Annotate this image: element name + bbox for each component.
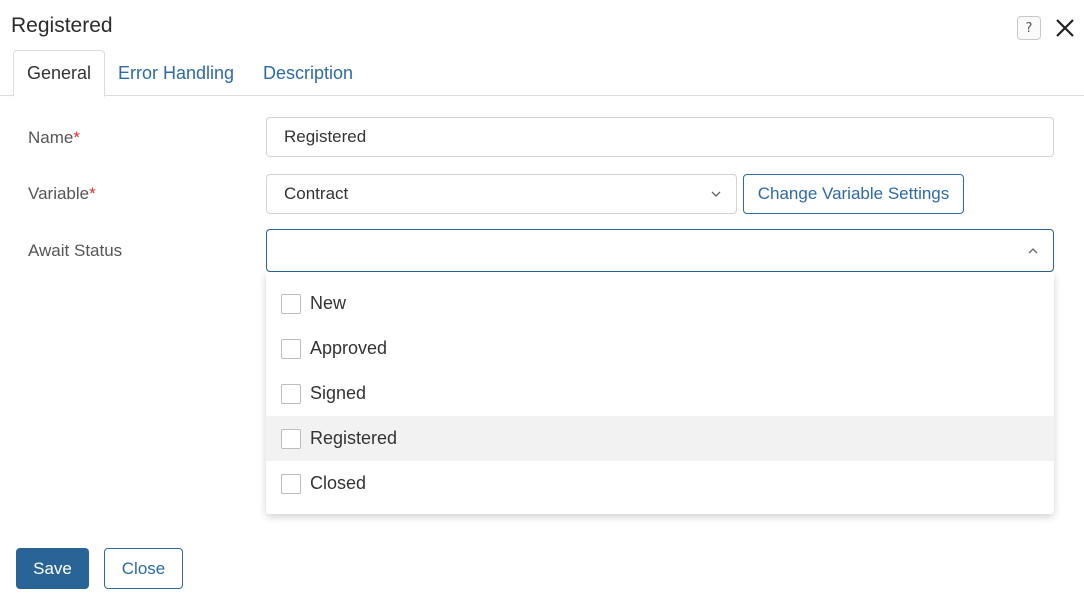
await-status-select[interactable] bbox=[266, 229, 1054, 272]
variable-select-value: Contract bbox=[284, 184, 349, 203]
checkbox[interactable] bbox=[281, 383, 301, 404]
help-button[interactable]: ? bbox=[1017, 16, 1041, 40]
status-option-label: Registered bbox=[310, 428, 398, 448]
name-input[interactable]: Registered bbox=[266, 117, 1054, 157]
close-dialog-button[interactable] bbox=[1053, 16, 1077, 40]
checkbox[interactable] bbox=[281, 293, 301, 314]
name-input-value: Registered bbox=[284, 127, 367, 146]
await-status-label: Await Status bbox=[28, 241, 123, 260]
close-button[interactable]: Close bbox=[104, 548, 183, 589]
chevron-down-icon bbox=[710, 188, 722, 200]
name-label: Name* bbox=[28, 128, 80, 147]
chevron-up-icon bbox=[1027, 245, 1039, 257]
checkbox[interactable] bbox=[281, 338, 301, 359]
change-variable-settings-button[interactable]: Change Variable Settings bbox=[743, 174, 964, 214]
tab-error-handling[interactable]: Error Handling bbox=[110, 50, 242, 96]
await-status-dropdown: New Approved Signed Registered Closed bbox=[266, 272, 1054, 514]
help-icon: ? bbox=[1025, 20, 1033, 36]
dialog-title: Registered bbox=[11, 14, 113, 37]
variable-select[interactable]: Contract bbox=[266, 174, 737, 214]
variable-label: Variable* bbox=[28, 184, 96, 203]
status-option-label: Signed bbox=[310, 383, 367, 403]
tab-general[interactable]: General bbox=[13, 50, 105, 97]
status-option-label: Closed bbox=[310, 473, 367, 493]
save-button[interactable]: Save bbox=[16, 548, 89, 589]
status-option-new[interactable]: New bbox=[266, 281, 1054, 326]
status-option-signed[interactable]: Signed bbox=[266, 371, 1054, 416]
required-mark: * bbox=[73, 128, 80, 147]
required-mark: * bbox=[89, 184, 96, 203]
close-icon bbox=[1056, 19, 1074, 37]
status-option-closed[interactable]: Closed bbox=[266, 461, 1054, 506]
tab-bar: General Error Handling Description bbox=[0, 50, 1084, 97]
checkbox[interactable] bbox=[281, 473, 301, 494]
checkbox[interactable] bbox=[281, 428, 301, 449]
tab-description[interactable]: Description bbox=[252, 50, 364, 96]
status-option-label: New bbox=[310, 293, 347, 313]
status-option-approved[interactable]: Approved bbox=[266, 326, 1054, 371]
status-option-registered[interactable]: Registered bbox=[266, 416, 1054, 461]
status-option-label: Approved bbox=[310, 338, 388, 358]
